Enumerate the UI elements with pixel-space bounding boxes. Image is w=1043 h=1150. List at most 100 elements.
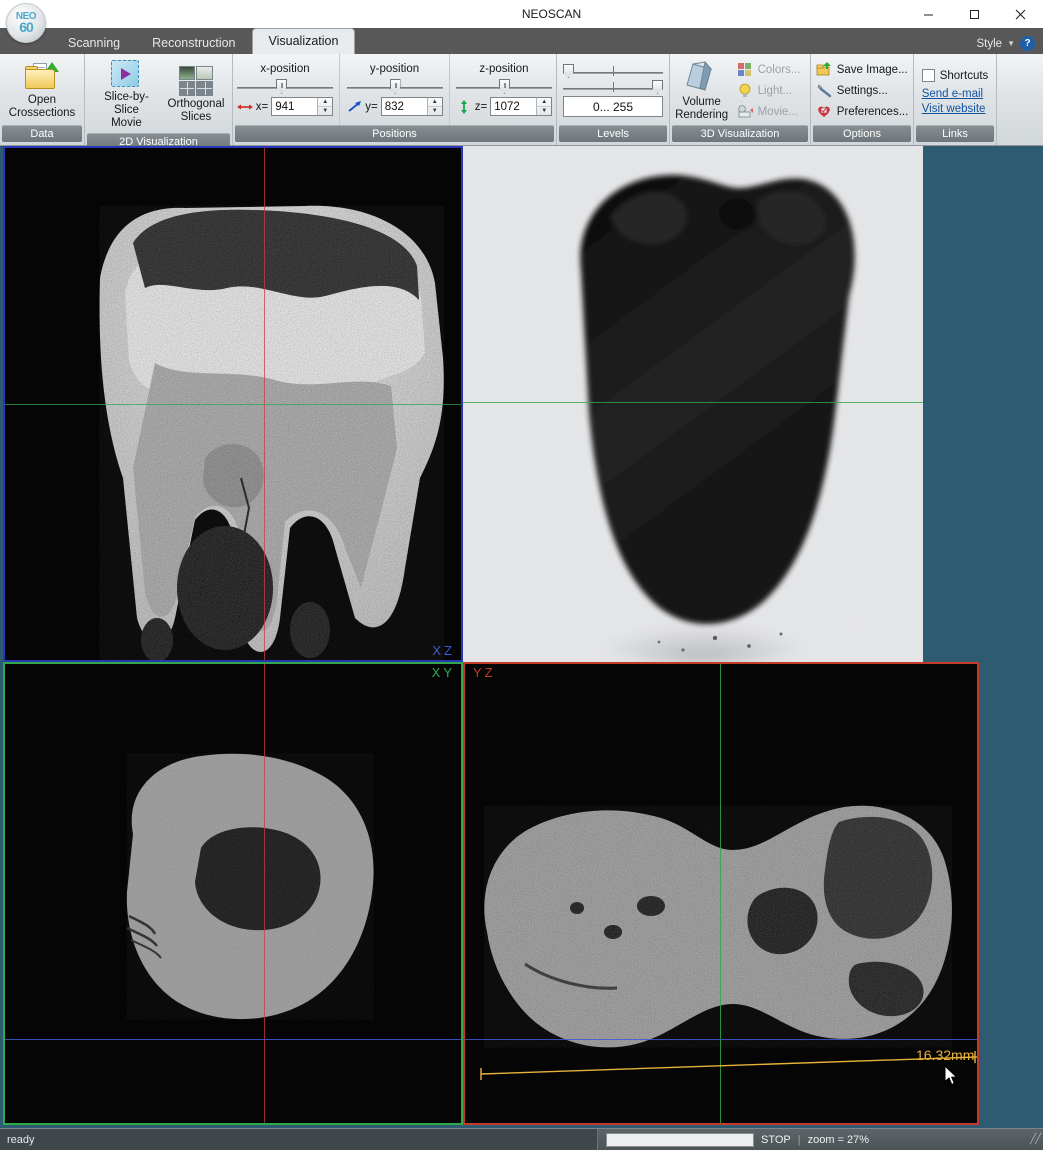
title-bar: NEOSCAN <box>0 0 1043 28</box>
status-right-group: STOP | zoom = 27% <box>598 1133 869 1147</box>
slice-by-slice-movie-button[interactable]: Slice-by-Slice Movie <box>90 56 163 133</box>
resize-grip[interactable]: ╱╱ <box>1030 1134 1040 1145</box>
tab-visualization[interactable]: Visualization <box>252 28 356 54</box>
volume-rendering-label-2: Rendering <box>675 109 728 121</box>
ribbon-group-data: Open Crossections Data <box>0 54 85 145</box>
x-position-input[interactable] <box>272 101 316 113</box>
movie-label-2: Movie <box>111 117 142 129</box>
chevron-down-icon[interactable]: ▼ <box>1007 39 1015 48</box>
ortho-label-1: Orthogonal <box>168 98 225 110</box>
ribbon-group-3d-label: 3D Visualization <box>672 125 808 142</box>
y-position-spin-arrows[interactable]: ▲▼ <box>427 98 442 115</box>
projector-icon <box>737 104 753 119</box>
tab-strip: Scanning Reconstruction Visualization St… <box>0 28 1043 54</box>
ribbon-group-options-body: Save Image... Settings... <box>811 54 913 125</box>
movie-label: Movie... <box>758 106 798 118</box>
window-title: NEOSCAN <box>0 0 1043 28</box>
visit-website-link[interactable]: Visit website <box>918 102 993 116</box>
y-position-slider[interactable] <box>347 78 443 94</box>
style-label: Style <box>977 38 1003 50</box>
ribbon-group-links-body: Shortcuts Send e-mail Visit website <box>914 54 996 125</box>
send-email-link[interactable]: Send e-mail <box>918 87 993 101</box>
levels-range-value[interactable]: 0... 255 <box>563 96 663 117</box>
light-button[interactable]: Light... <box>732 81 806 101</box>
z-position-label: z= <box>475 101 487 113</box>
viewport-xy[interactable]: XY <box>3 662 463 1125</box>
z-axis-arrow-icon <box>456 100 472 114</box>
z-position-spin-arrows[interactable]: ▲▼ <box>536 98 551 115</box>
lightbulb-icon <box>737 83 753 98</box>
colors-palette-icon <box>737 62 753 77</box>
level-min-slider[interactable] <box>563 64 663 78</box>
y-position-title: y-position <box>370 63 419 75</box>
ribbon-tabs: Scanning Reconstruction Visualization <box>52 28 355 54</box>
threed-item-list: Colors... Light... <box>732 60 806 122</box>
viewport-volume-render[interactable] <box>463 146 923 662</box>
shortcuts-label: Shortcuts <box>940 70 989 82</box>
levels-controls: 0... 255 <box>562 64 664 117</box>
x-position-spinner[interactable]: ▲▼ <box>271 97 333 116</box>
tab-scanning[interactable]: Scanning <box>52 32 136 54</box>
x-position-cell: x-position x= ▲▼ <box>231 54 340 125</box>
close-button[interactable] <box>997 0 1043 28</box>
settings-button[interactable]: Settings... <box>811 81 914 101</box>
minimize-button[interactable] <box>905 0 951 28</box>
viewport-yz[interactable]: YZ 16.32mm <box>463 662 979 1125</box>
ribbon-group-data-label: Data <box>2 125 82 142</box>
save-image-icon <box>816 62 832 77</box>
orthogonal-slices-button[interactable]: Orthogonal Slices <box>165 63 227 127</box>
movie-label-1: Slice-by-Slice <box>104 91 149 116</box>
save-image-button[interactable]: Save Image... <box>811 60 914 80</box>
ribbon-group-3d-visualization: Volume Rendering Colors... <box>670 54 811 145</box>
ribbon-group-links: Shortcuts Send e-mail Visit website Link… <box>914 54 997 145</box>
z-position-input[interactable] <box>491 101 535 113</box>
z-position-cell: z-position z= ▲▼ <box>450 54 558 125</box>
ribbon-group-2d-visualization: Slice-by-Slice Movie Orthogonal Slices 2… <box>85 54 233 145</box>
shortcuts-row[interactable]: Shortcuts <box>918 66 993 86</box>
ribbon-group-links-label: Links <box>916 125 994 142</box>
ribbon-group-levels-label: Levels <box>559 125 667 142</box>
shortcuts-checkbox[interactable] <box>922 69 935 82</box>
x-position-slider[interactable] <box>237 78 333 94</box>
yz-crosshair-vertical <box>720 664 721 1123</box>
viewport-xz[interactable]: XZ <box>3 146 463 662</box>
z-position-row: z= ▲▼ <box>456 97 552 116</box>
viewport-xy-label: XY <box>432 665 455 680</box>
viewport-yz-image <box>465 664 977 1123</box>
viewport-xz-label: XZ <box>432 643 455 658</box>
status-bar: ready STOP | zoom = 27% ╱╱ <box>0 1128 1043 1150</box>
ribbon-group-data-body: Open Crossections <box>0 54 84 125</box>
app-logo[interactable]: NEO 60 <box>6 3 46 43</box>
y-position-spinner[interactable]: ▲▼ <box>381 97 443 116</box>
light-label: Light... <box>758 85 793 97</box>
open-crossections-label-2: Crossections <box>9 107 75 119</box>
movie-button[interactable]: Movie... <box>732 102 806 122</box>
x-position-row: x= ▲▼ <box>237 97 333 116</box>
volume-rendering-button[interactable]: Volume Rendering <box>675 57 729 125</box>
help-icon[interactable]: ? <box>1020 36 1035 51</box>
yz-crosshair-horizontal <box>465 1039 977 1040</box>
z-position-slider[interactable] <box>456 78 552 94</box>
y-position-row: y= ▲▼ <box>346 97 442 116</box>
ribbon-filler <box>997 54 1043 145</box>
ribbon-group-3d-body: Volume Rendering Colors... <box>670 54 810 125</box>
xz-crosshair-horizontal <box>5 404 461 405</box>
z-position-title: z-position <box>479 63 528 75</box>
preferences-button[interactable]: Preferences... <box>811 102 914 122</box>
y-position-input[interactable] <box>382 101 426 113</box>
tab-reconstruction[interactable]: Reconstruction <box>136 32 251 54</box>
z-position-spinner[interactable]: ▲▼ <box>490 97 552 116</box>
maximize-button[interactable] <box>951 0 997 28</box>
viewport-yz-label: YZ <box>473 665 496 680</box>
stop-button[interactable]: STOP <box>761 1134 791 1146</box>
ribbon-toolbar: Open Crossections Data Slice-by-Slice Mo… <box>0 54 1043 146</box>
style-menu[interactable]: Style ▼ ? <box>977 36 1043 54</box>
x-position-title: x-position <box>260 63 309 75</box>
volume-rendering-label-1: Volume <box>682 96 720 108</box>
ribbon-group-options-label: Options <box>813 125 911 142</box>
x-position-spin-arrows[interactable]: ▲▼ <box>317 98 332 115</box>
colors-button[interactable]: Colors... <box>732 60 806 80</box>
level-max-slider[interactable] <box>563 80 663 94</box>
open-crossections-button[interactable]: Open Crossections <box>5 59 79 123</box>
save-image-label: Save Image... <box>837 64 908 76</box>
